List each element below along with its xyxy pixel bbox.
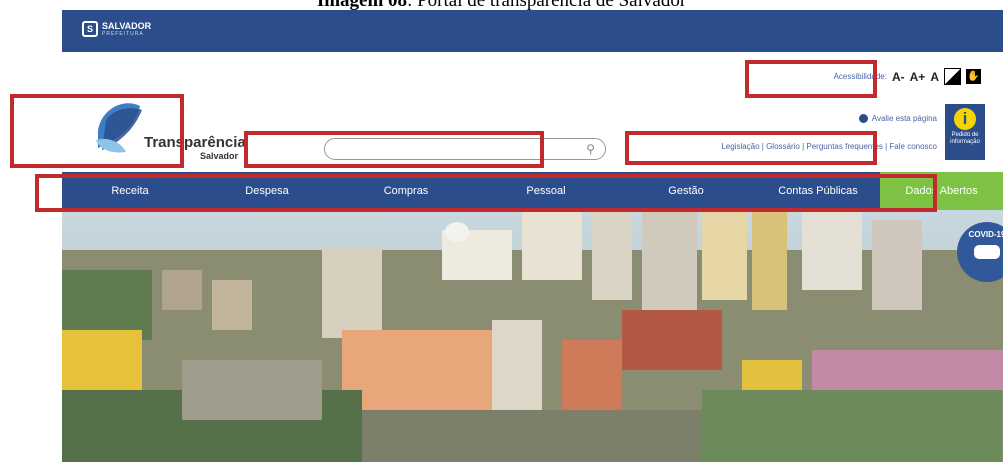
salvador-city-photo	[62, 210, 1003, 462]
annotation-box-logo	[10, 94, 184, 168]
search-icon[interactable]: ⚲	[586, 142, 595, 156]
brand-subtitle: Salvador	[200, 151, 239, 161]
hero-banner: COVID-19	[62, 210, 1003, 462]
info-icon: i	[954, 108, 976, 130]
star-icon	[858, 114, 868, 123]
font-decrease-button[interactable]: A-	[892, 70, 905, 84]
font-normal-button[interactable]: A	[930, 70, 939, 84]
covid-badge-label: COVID-19	[968, 230, 1003, 239]
top-bar: S SALVADOR PREFEITURA	[62, 10, 1003, 52]
font-increase-button[interactable]: A+	[910, 70, 926, 84]
annotation-box-search	[244, 131, 544, 168]
pedido-label: Pedido de informação	[950, 132, 980, 145]
face-mask-icon	[974, 245, 1000, 259]
rate-page-link[interactable]: Avalie esta página	[858, 114, 937, 123]
salvador-logo[interactable]: S SALVADOR PREFEITURA	[82, 21, 151, 37]
rate-page-label: Avalie esta página	[871, 114, 937, 123]
annotation-box-links	[625, 131, 877, 165]
sign-language-icon[interactable]: ✋	[966, 69, 981, 84]
contrast-icon[interactable]	[944, 68, 961, 85]
salvador-crest-icon: S	[82, 21, 98, 37]
salvador-logo-name: SALVADOR	[102, 20, 152, 31]
annotation-box-accessibility	[745, 60, 877, 98]
annotation-box-nav	[35, 174, 937, 212]
pedido-informacao-button[interactable]: i Pedido de informação	[945, 104, 985, 160]
salvador-logo-sub: PREFEITURA	[102, 30, 144, 37]
